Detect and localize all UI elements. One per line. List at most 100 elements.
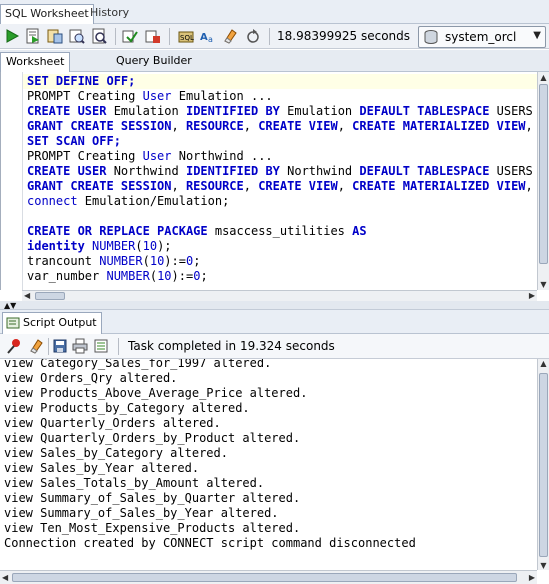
output-vertical-scrollbar[interactable]: ▲ ▼: [537, 359, 549, 570]
script-output-label: Script Output: [23, 316, 97, 329]
output-line: Connection created by CONNECT script com…: [4, 536, 416, 550]
editor-subtabs: Worksheet Query Builder: [0, 50, 549, 72]
output-tabbar: Script Output: [0, 310, 549, 334]
code-token: CREATE USER: [27, 104, 107, 118]
run-statement-icon[interactable]: [4, 28, 20, 44]
code-line[interactable]: connect Emulation/Emulation;: [27, 194, 537, 209]
tab-sql-worksheet[interactable]: SQL Worksheet: [0, 4, 94, 24]
uppercase-icon[interactable]: Aa: [200, 28, 216, 44]
connection-dropdown[interactable]: system_orcl ▼: [418, 26, 546, 48]
output-line: view Sales_by_Category altered.: [4, 446, 228, 460]
output-toolbar: Task completed in 19.324 seconds: [0, 334, 549, 359]
code-token: CREATE OR REPLACE PACKAGE: [27, 224, 208, 238]
sql-tuning-advisor-icon[interactable]: [91, 28, 107, 44]
output-line: view Category_Sales_for_1997 altered.: [4, 359, 272, 370]
code-line[interactable]: GRANT CREATE SESSION, RESOURCE, CREATE V…: [27, 119, 537, 134]
connection-name: system_orcl: [445, 30, 517, 44]
pane-splitter[interactable]: ▲▼: [0, 301, 549, 310]
run-script-icon[interactable]: [25, 28, 41, 44]
scroll-thumb[interactable]: [539, 373, 548, 557]
code-line[interactable]: CREATE OR REPLACE PACKAGE msaccess_utili…: [27, 224, 537, 239]
scroll-right-icon[interactable]: ▶: [529, 572, 535, 583]
refresh-icon[interactable]: [245, 28, 261, 44]
code-token: var_number: [27, 269, 107, 283]
toolbar-separator: [269, 28, 270, 45]
code-line[interactable]: PROMPT Creating User Northwind ...: [27, 149, 537, 164]
scroll-down-icon[interactable]: ▼: [538, 561, 549, 570]
svg-text:a: a: [208, 35, 213, 44]
autotrace-icon[interactable]: [47, 28, 63, 44]
output-line: view Summary_of_Sales_by_Year altered.: [4, 506, 279, 520]
code-line[interactable]: var_number NUMBER(10):=0;: [27, 269, 537, 284]
code-token: Northwind ...: [171, 149, 273, 163]
scroll-right-icon[interactable]: ▶: [529, 291, 535, 301]
code-token: CREATE MATERIALIZED VIEW: [352, 179, 526, 193]
code-line[interactable]: SET SCAN OFF;: [27, 134, 537, 149]
code-token: ,: [243, 179, 259, 193]
open-file-icon[interactable]: [93, 338, 109, 354]
clear-icon[interactable]: [222, 28, 238, 44]
task-status: Task completed in 19.324 seconds: [128, 339, 335, 353]
output-line: view Sales_by_Year altered.: [4, 461, 200, 475]
splitter-arrows-icon[interactable]: ▲▼: [4, 301, 16, 310]
explain-plan-icon[interactable]: [69, 28, 85, 44]
editor-horizontal-scrollbar[interactable]: ◀ ▶: [22, 290, 537, 301]
code-token: RESOURCE: [185, 119, 244, 133]
tab-worksheet[interactable]: Worksheet: [0, 52, 71, 72]
sql-editor[interactable]: SET DEFINE OFF; PROMPT Creating User Emul…: [0, 72, 537, 290]
code-token: ,: [525, 119, 533, 133]
database-icon: [423, 29, 439, 48]
scroll-up-icon[interactable]: ▲: [538, 359, 549, 368]
sql-code[interactable]: SET DEFINE OFF; PROMPT Creating User Emul…: [23, 74, 537, 284]
code-line[interactable]: PROMPT Creating User Emulation ...: [27, 89, 537, 104]
output-line: view Summary_of_Sales_by_Quarter altered…: [4, 491, 301, 505]
rollback-icon[interactable]: [145, 28, 161, 44]
scroll-down-icon[interactable]: ▼: [538, 279, 549, 290]
scroll-thumb[interactable]: [539, 84, 548, 264]
code-token: ):=: [164, 254, 186, 268]
code-token: connect: [27, 194, 78, 208]
code-token: 10: [157, 269, 172, 283]
code-token: Northwind: [106, 164, 186, 178]
chevron-down-icon: ▼: [533, 30, 541, 41]
tab-script-output[interactable]: Script Output: [2, 312, 102, 334]
code-token: IDENTIFIED BY: [185, 104, 280, 118]
scroll-up-icon[interactable]: ▲: [538, 72, 549, 83]
tab-history[interactable]: History: [86, 4, 133, 24]
code-token: msaccess_utilities: [207, 224, 353, 238]
code-line[interactable]: trancount NUMBER(10):=0;: [27, 254, 537, 269]
code-line[interactable]: GRANT CREATE SESSION, RESOURCE, CREATE V…: [27, 179, 537, 194]
code-token: ,: [243, 119, 259, 133]
code-token: ;: [200, 269, 208, 283]
code-token: ,: [171, 179, 186, 193]
code-line[interactable]: [27, 209, 537, 224]
code-token: CREATE MATERIALIZED VIEW: [352, 119, 526, 133]
code-token: ):=: [171, 269, 194, 283]
code-token: SET DEFINE OFF;: [27, 74, 136, 88]
script-output-area[interactable]: view Category_Sales_for_1997 altered. vie…: [0, 359, 537, 570]
scroll-thumb[interactable]: [35, 292, 65, 300]
code-line[interactable]: CREATE USER Northwind IDENTIFIED BY Nort…: [27, 164, 537, 179]
code-token: Emulation: [279, 104, 360, 118]
pin-icon[interactable]: [6, 338, 22, 354]
commit-icon[interactable]: [122, 28, 138, 44]
code-token: GRANT CREATE SESSION: [27, 119, 172, 133]
scroll-left-icon[interactable]: ◀: [2, 572, 8, 583]
code-line[interactable]: CREATE USER Emulation IDENTIFIED BY Emul…: [27, 104, 537, 119]
print-icon[interactable]: [72, 338, 88, 354]
sql-history-icon[interactable]: SQL: [178, 28, 194, 44]
scroll-thumb[interactable]: [12, 573, 517, 582]
output-line: view Orders_Qry altered.: [4, 371, 178, 385]
svg-text:SQL: SQL: [180, 34, 194, 42]
code-line[interactable]: SET DEFINE OFF;: [23, 74, 537, 89]
code-token: Emulation ...: [171, 89, 273, 103]
editor-vertical-scrollbar[interactable]: ▲ ▼: [537, 72, 549, 290]
tab-query-builder[interactable]: Query Builder: [111, 52, 197, 72]
eraser-icon[interactable]: [28, 338, 44, 354]
scroll-left-icon[interactable]: ◀: [24, 291, 30, 301]
code-token: ;: [193, 254, 201, 268]
save-icon[interactable]: [52, 338, 68, 354]
output-horizontal-scrollbar[interactable]: ◀ ▶: [0, 570, 537, 584]
code-line[interactable]: identity NUMBER(10);: [27, 239, 537, 254]
toolbar-separator: [118, 338, 119, 355]
